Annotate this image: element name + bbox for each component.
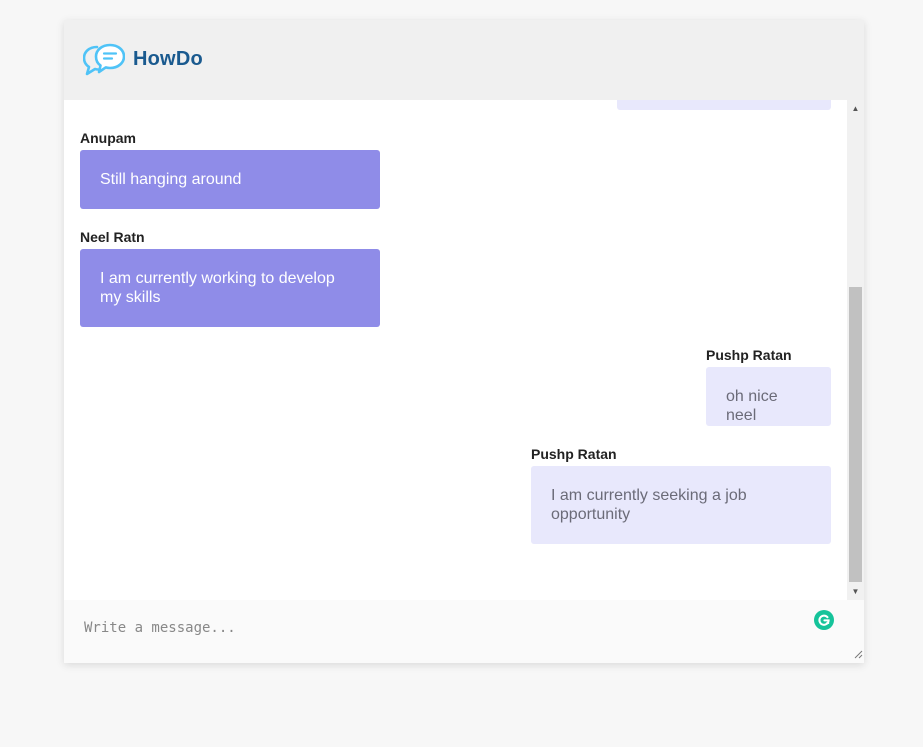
grammarly-icon[interactable] bbox=[814, 610, 834, 630]
chat-bubbles-icon bbox=[83, 43, 125, 76]
message-scrollbar[interactable]: ▲ ▼ bbox=[847, 100, 864, 600]
chat-window: HowDo Anupam Still hanging around Neel R… bbox=[64, 20, 864, 663]
message-sender: Pushp Ratan bbox=[706, 347, 792, 363]
message-input[interactable] bbox=[64, 600, 864, 663]
message-bubble: I am currently seeking a job opportunity bbox=[531, 466, 831, 544]
message-bubble: I am currently working to develop my ski… bbox=[80, 249, 380, 327]
message-bubble: oh nice neel bbox=[706, 367, 831, 426]
message-sender: Pushp Ratan bbox=[531, 446, 617, 462]
message-bubble-partial bbox=[617, 100, 831, 110]
scroll-up-arrow[interactable]: ▲ bbox=[847, 100, 864, 117]
message-sender: Neel Ratn bbox=[80, 229, 145, 245]
message-bubble: Still hanging around bbox=[80, 150, 380, 209]
message-list: Anupam Still hanging around Neel Ratn I … bbox=[64, 100, 864, 600]
chat-header: HowDo bbox=[64, 20, 864, 100]
scroll-down-arrow[interactable]: ▼ bbox=[847, 583, 864, 600]
scroll-thumb[interactable] bbox=[849, 287, 862, 582]
message-sender: Anupam bbox=[80, 130, 136, 146]
brand-name[interactable]: HowDo bbox=[133, 48, 203, 71]
message-composer bbox=[64, 600, 864, 663]
resize-handle-icon[interactable] bbox=[854, 650, 863, 659]
